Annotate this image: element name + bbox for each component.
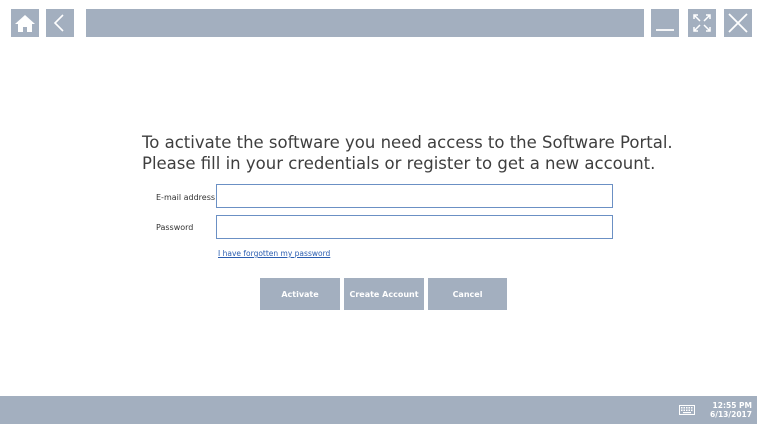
back-button[interactable] [46, 9, 74, 37]
heading-line-2: Please fill in your credentials or regis… [142, 154, 656, 173]
close-icon [728, 13, 748, 33]
close-button[interactable] [724, 9, 752, 37]
clock-date: 6/13/2017 [709, 410, 752, 419]
home-button[interactable] [11, 9, 39, 37]
cancel-button[interactable]: Cancel [428, 278, 507, 310]
fullscreen-icon [693, 14, 711, 32]
activate-button[interactable]: Activate [260, 278, 340, 310]
forgot-password-link[interactable]: I have forgotten my password [218, 249, 330, 258]
clock-time: 12:55 PM [712, 401, 752, 410]
fullscreen-button[interactable] [688, 9, 716, 37]
create-account-button[interactable]: Create Account [344, 278, 424, 310]
status-bar: 12:55 PM 6/13/2017 [0, 396, 757, 424]
keyboard-icon[interactable] [679, 405, 695, 415]
email-field[interactable] [216, 184, 613, 208]
password-label: Password [156, 223, 194, 232]
heading-line-1: To activate the software you need access… [142, 133, 673, 152]
clock: 12:55 PM 6/13/2017 [704, 401, 752, 419]
home-icon [15, 15, 35, 32]
title-bar [86, 9, 644, 37]
top-toolbar [0, 0, 757, 44]
password-field[interactable] [216, 215, 613, 239]
back-icon [53, 14, 64, 32]
email-label: E-mail address [156, 193, 216, 202]
page-heading: To activate the software you need access… [142, 132, 673, 174]
minimize-icon [656, 29, 674, 31]
minimize-button[interactable] [651, 9, 679, 37]
